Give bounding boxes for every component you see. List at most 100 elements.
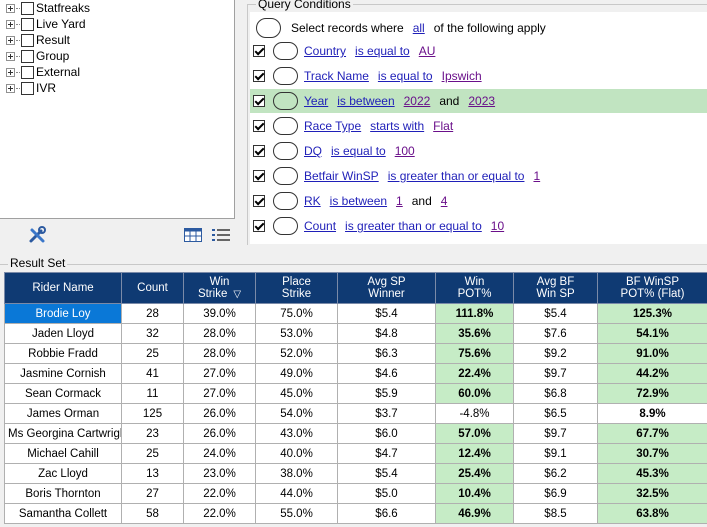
table-row[interactable]: Brodie Loy2839.0%75.0%$5.4111.8%$5.4125.…: [5, 304, 707, 324]
cell-count[interactable]: 11: [122, 384, 184, 404]
cell-avg-bf-win-sp[interactable]: $9.1: [514, 444, 598, 464]
cell-avg-bf-win-sp[interactable]: $6.2: [514, 464, 598, 484]
cell-count[interactable]: 28: [122, 304, 184, 324]
cell-rider-name[interactable]: James Orman: [5, 404, 122, 424]
cell-place-strike[interactable]: 40.0%: [256, 444, 338, 464]
cell-avg-sp-winner[interactable]: $5.9: [338, 384, 436, 404]
cell-bf-winsp-pot-flat[interactable]: 63.8%: [598, 504, 707, 524]
column-header-rider-name[interactable]: Rider Name: [5, 273, 122, 304]
category-tree[interactable]: Statfreaks Live Yard Result Group Extern…: [0, 0, 235, 219]
cell-rider-name[interactable]: Jasmine Cornish: [5, 364, 122, 384]
cell-avg-sp-winner[interactable]: $3.7: [338, 404, 436, 424]
tree-checkbox[interactable]: [21, 34, 34, 47]
cell-count[interactable]: 58: [122, 504, 184, 524]
cell-avg-bf-win-sp[interactable]: $7.6: [514, 324, 598, 344]
condition-operator-link[interactable]: is equal to: [355, 44, 410, 58]
tree-checkbox[interactable]: [21, 66, 34, 79]
condition-value-link[interactable]: 2022: [404, 94, 431, 108]
table-row[interactable]: Robbie Fradd2528.0%52.0%$6.375.6%$9.291.…: [5, 344, 707, 364]
condition-field-link[interactable]: Count: [304, 219, 336, 233]
condition-operator-link[interactable]: is equal to: [331, 144, 386, 158]
cell-avg-sp-winner[interactable]: $5.4: [338, 464, 436, 484]
cell-win-strike[interactable]: 27.0%: [184, 384, 256, 404]
cell-win-strike[interactable]: 28.0%: [184, 324, 256, 344]
condition-toggle[interactable]: [273, 42, 298, 60]
condition-field-link[interactable]: Country: [304, 44, 346, 58]
cell-rider-name[interactable]: Zac Lloyd: [5, 464, 122, 484]
cell-place-strike[interactable]: 44.0%: [256, 484, 338, 504]
cell-win-strike[interactable]: 39.0%: [184, 304, 256, 324]
cell-win-pot[interactable]: 10.4%: [436, 484, 514, 504]
condition-operator-link[interactable]: is between: [330, 194, 387, 208]
cell-avg-bf-win-sp[interactable]: $6.8: [514, 384, 598, 404]
cell-bf-winsp-pot-flat[interactable]: 67.7%: [598, 424, 707, 444]
cell-win-strike[interactable]: 26.0%: [184, 424, 256, 444]
cell-avg-bf-win-sp[interactable]: $8.5: [514, 504, 598, 524]
column-header-win-strike[interactable]: WinStrike▽: [184, 273, 256, 304]
condition-value2-link[interactable]: 2023: [468, 94, 495, 108]
cell-avg-sp-winner[interactable]: $4.6: [338, 364, 436, 384]
column-header-bf-winsp-pot-flat[interactable]: BF WinSPPOT% (Flat): [598, 273, 707, 304]
cell-place-strike[interactable]: 38.0%: [256, 464, 338, 484]
table-row[interactable]: Boris Thornton2722.0%44.0%$5.010.4%$6.93…: [5, 484, 707, 504]
group-toggle[interactable]: [256, 18, 281, 38]
cell-avg-bf-win-sp[interactable]: $5.4: [514, 304, 598, 324]
cell-avg-sp-winner[interactable]: $5.4: [338, 304, 436, 324]
cell-rider-name[interactable]: Sean Cormack: [5, 384, 122, 404]
cell-bf-winsp-pot-flat[interactable]: 45.3%: [598, 464, 707, 484]
condition-operator-link[interactable]: is greater than or equal to: [388, 169, 525, 183]
cell-rider-name[interactable]: Jaden Lloyd: [5, 324, 122, 344]
table-row[interactable]: Ms Georgina Cartwright2326.0%43.0%$6.057…: [5, 424, 707, 444]
cell-rider-name[interactable]: Michael Cahill: [5, 444, 122, 464]
column-header-avg-bf-win-sp[interactable]: Avg BFWin SP: [514, 273, 598, 304]
match-mode-link[interactable]: all: [413, 21, 425, 35]
cell-avg-sp-winner[interactable]: $6.0: [338, 424, 436, 444]
condition-checkbox[interactable]: [253, 70, 265, 82]
cell-count[interactable]: 13: [122, 464, 184, 484]
cell-avg-sp-winner[interactable]: $4.7: [338, 444, 436, 464]
cell-count[interactable]: 27: [122, 484, 184, 504]
cell-place-strike[interactable]: 75.0%: [256, 304, 338, 324]
cell-avg-bf-win-sp[interactable]: $9.2: [514, 344, 598, 364]
table-row[interactable]: James Orman12526.0%54.0%$3.7-4.8%$6.58.9…: [5, 404, 707, 424]
cell-place-strike[interactable]: 55.0%: [256, 504, 338, 524]
cell-count[interactable]: 25: [122, 344, 184, 364]
cell-place-strike[interactable]: 45.0%: [256, 384, 338, 404]
cell-bf-winsp-pot-flat[interactable]: 72.9%: [598, 384, 707, 404]
cell-win-pot[interactable]: 57.0%: [436, 424, 514, 444]
condition-checkbox[interactable]: [253, 45, 265, 57]
cell-win-pot[interactable]: 46.9%: [436, 504, 514, 524]
condition-value-link[interactable]: 10: [491, 219, 504, 233]
condition-checkbox[interactable]: [253, 145, 265, 157]
expand-icon[interactable]: [6, 36, 15, 45]
tree-item-live-yard[interactable]: Live Yard: [6, 16, 86, 32]
condition-field-link[interactable]: RK: [304, 194, 321, 208]
grid-layout-icon[interactable]: [184, 228, 202, 242]
cell-count[interactable]: 25: [122, 444, 184, 464]
condition-toggle[interactable]: [273, 217, 298, 235]
list-view-icon[interactable]: [212, 228, 230, 242]
tree-checkbox[interactable]: [21, 82, 34, 95]
condition-toggle[interactable]: [273, 92, 298, 110]
table-row[interactable]: Michael Cahill2524.0%40.0%$4.712.4%$9.13…: [5, 444, 707, 464]
tree-checkbox[interactable]: [21, 18, 34, 31]
column-header-count[interactable]: Count: [122, 273, 184, 304]
column-header-avg-sp-winner[interactable]: Avg SPWinner: [338, 273, 436, 304]
column-header-win-pot[interactable]: WinPOT%: [436, 273, 514, 304]
condition-field-link[interactable]: Year: [304, 94, 328, 108]
cell-count[interactable]: 23: [122, 424, 184, 444]
cell-win-pot[interactable]: 35.6%: [436, 324, 514, 344]
cell-avg-bf-win-sp[interactable]: $6.9: [514, 484, 598, 504]
condition-toggle[interactable]: [273, 167, 298, 185]
results-grid[interactable]: Rider Name Count WinStrike▽ PlaceStrike …: [4, 272, 707, 524]
expand-icon[interactable]: [6, 52, 15, 61]
expand-icon[interactable]: [6, 84, 15, 93]
cell-bf-winsp-pot-flat[interactable]: 44.2%: [598, 364, 707, 384]
condition-operator-link[interactable]: starts with: [370, 119, 424, 133]
condition-operator-link[interactable]: is equal to: [378, 69, 433, 83]
cell-win-strike[interactable]: 27.0%: [184, 364, 256, 384]
condition-toggle[interactable]: [273, 67, 298, 85]
cell-win-pot[interactable]: 22.4%: [436, 364, 514, 384]
cell-bf-winsp-pot-flat[interactable]: 30.7%: [598, 444, 707, 464]
cell-win-strike[interactable]: 28.0%: [184, 344, 256, 364]
